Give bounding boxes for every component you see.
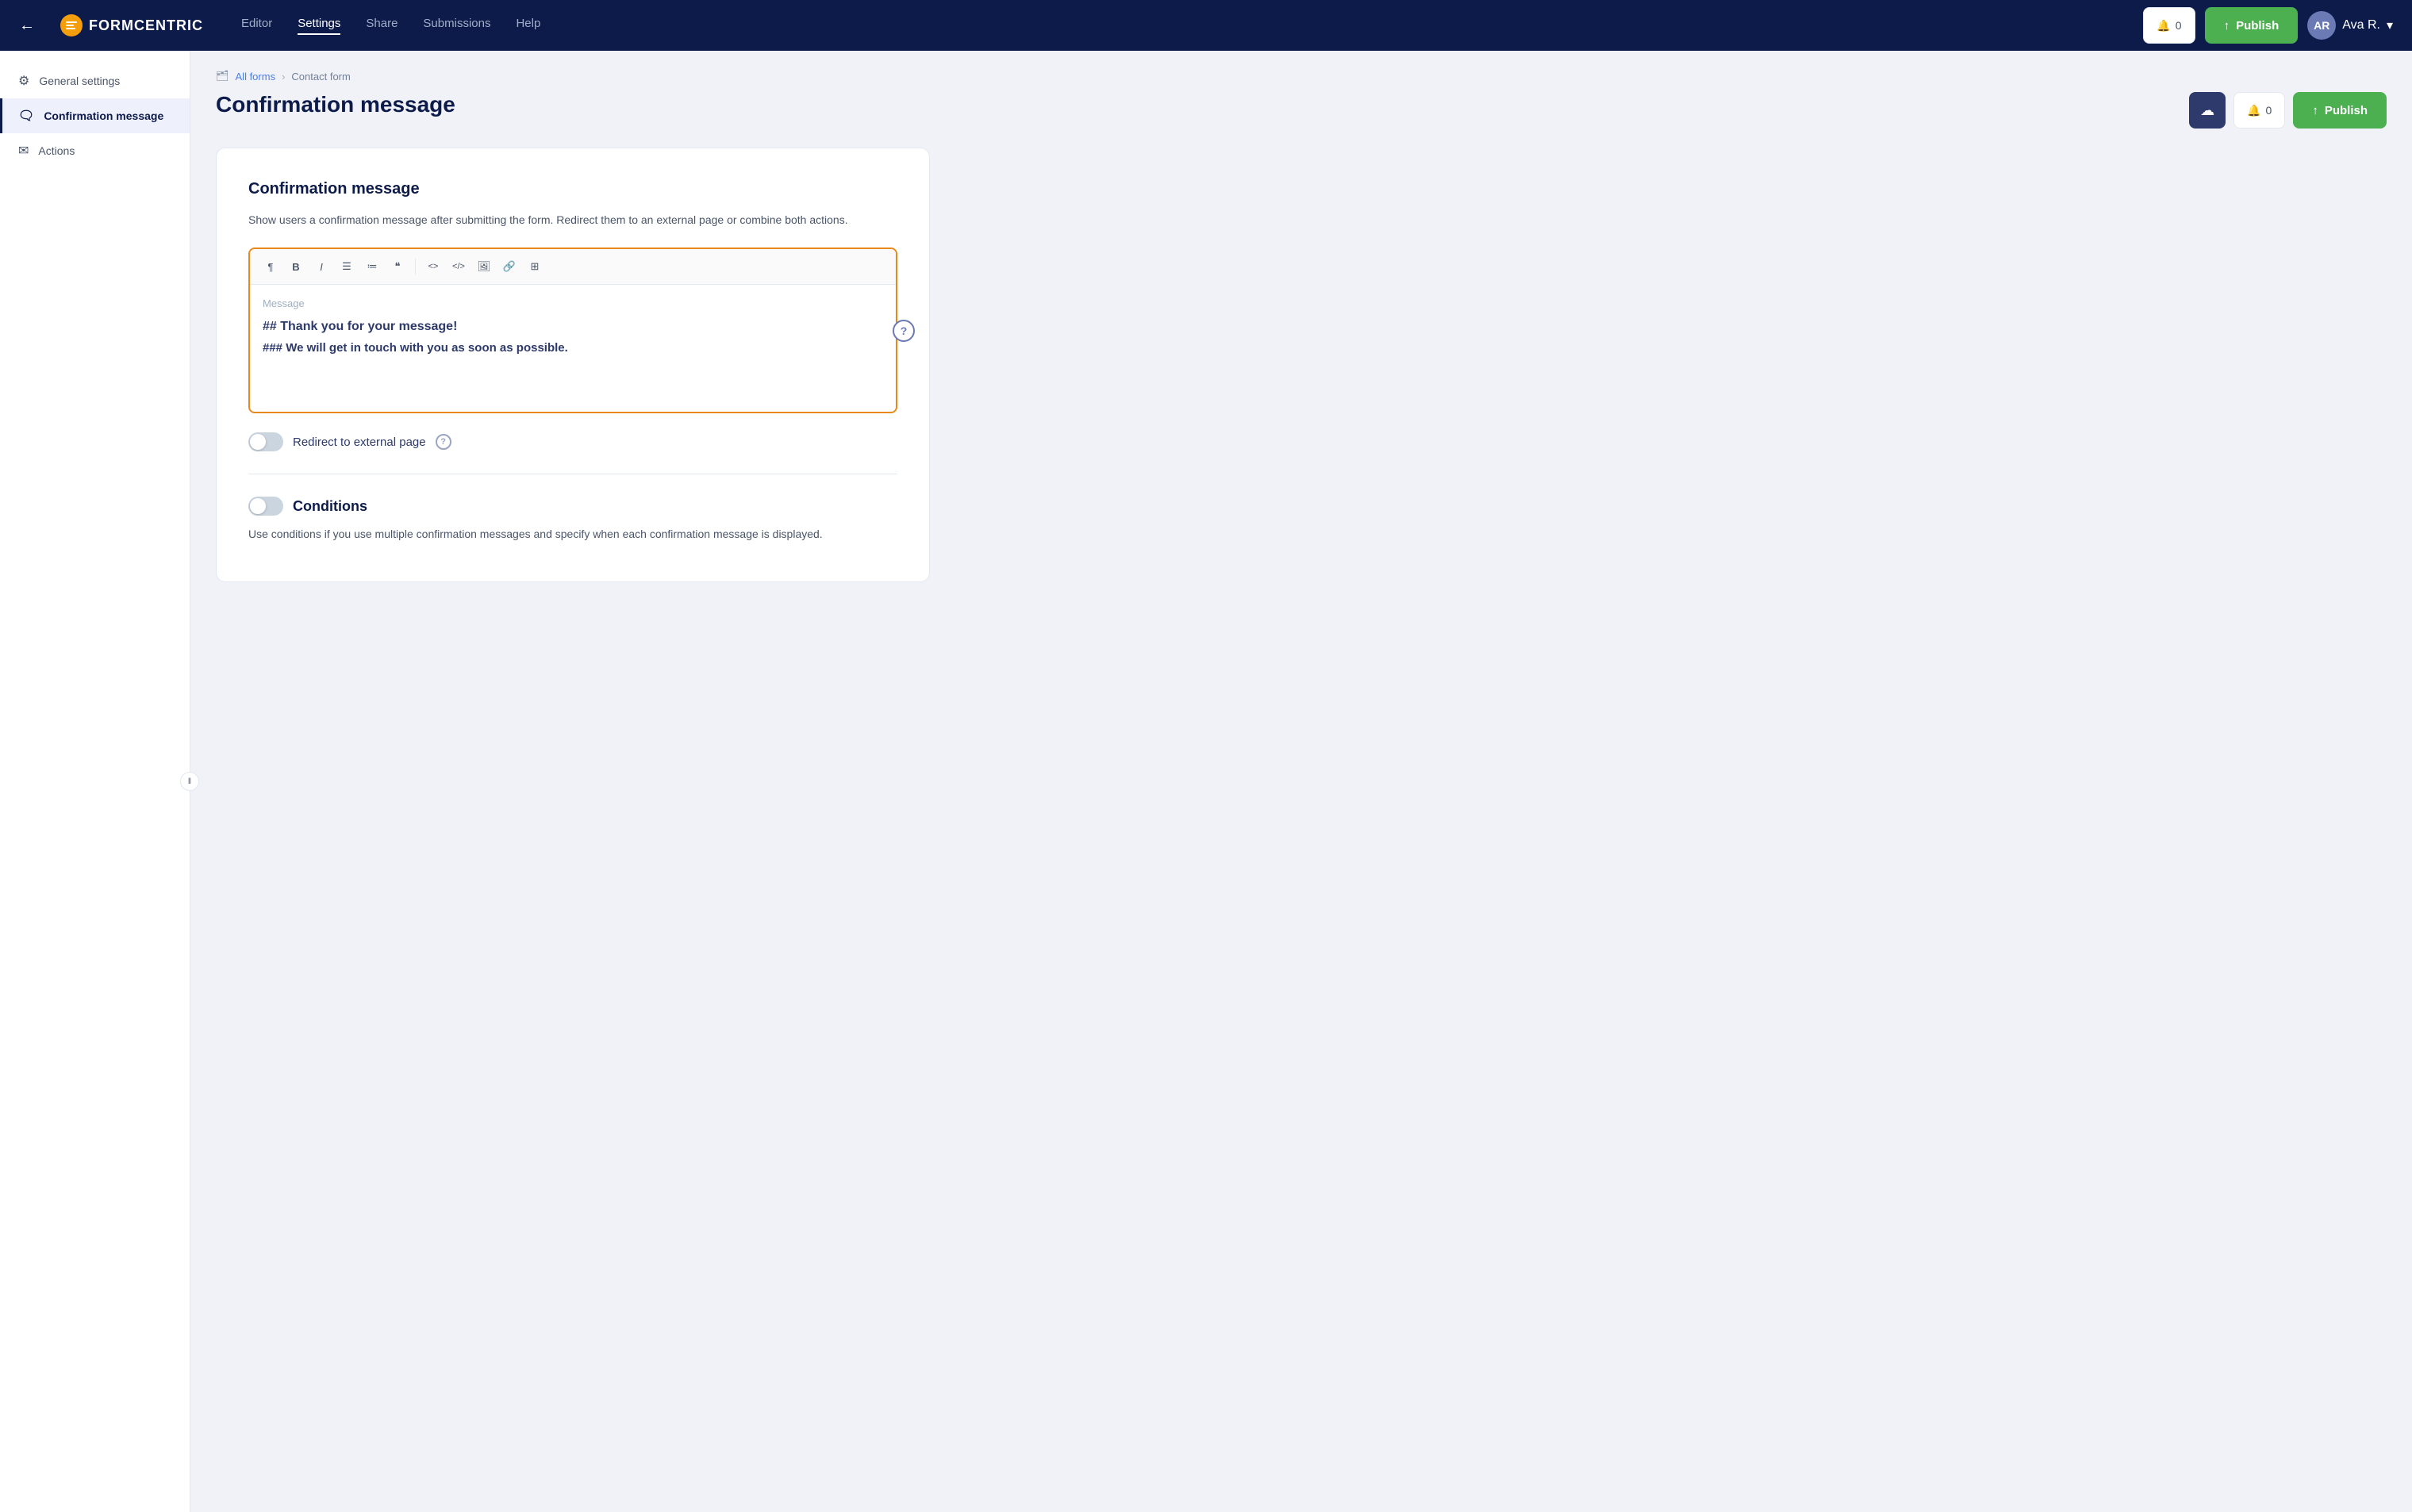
editor-box: ¶ B I ☰ ≔ ❝ <> </> 🖼 🔗 ⊞ [248, 248, 897, 413]
toolbar-image-btn[interactable]: 🖼 [473, 255, 495, 278]
envelope-icon: ✉ [18, 143, 29, 159]
toolbar-ordered-list-btn[interactable]: ≔ [361, 255, 383, 278]
conditions-description: Use conditions if you use multiple confi… [248, 525, 897, 543]
header-actions: ☁ 🔔 0 ↑ Publish [2189, 92, 2387, 129]
conditions-row: Conditions [248, 497, 897, 516]
toggle-knob [250, 434, 266, 450]
back-button[interactable]: ← [19, 17, 35, 35]
toolbar-separator [415, 259, 416, 274]
editor-placeholder: Message [263, 297, 883, 309]
notify-button[interactable]: 🔔 0 [2143, 7, 2195, 44]
sidebar-item-general-settings[interactable]: ⚙ General settings [0, 63, 190, 98]
editor-wrapper: ¶ B I ☰ ≔ ❝ <> </> 🖼 🔗 ⊞ [248, 248, 897, 413]
publish-icon: ↑ [2224, 19, 2230, 33]
editor-line-1[interactable]: ## Thank you for your message! [263, 316, 883, 337]
nav-right: 🔔 0 ↑ Publish AR Ava R. ▾ [2143, 7, 2393, 44]
section-description: Show users a confirmation message after … [248, 211, 897, 228]
upload-icon: ↑ [2312, 104, 2318, 117]
content-card: Confirmation message Show users a confir… [216, 148, 930, 582]
bell-icon: 🔔 [2157, 19, 2170, 33]
logo: FORMCENTRIC [60, 14, 203, 36]
conditions-knob [250, 498, 266, 514]
cloud-icon: ☁ [2200, 102, 2214, 119]
chevron-down-icon: ▾ [2387, 17, 2393, 33]
sidebar: ⚙ General settings 🗨 Confirmation messag… [0, 51, 190, 1512]
editor-help-icon[interactable]: ? [893, 320, 915, 342]
toolbar-table-btn[interactable]: ⊞ [524, 255, 546, 278]
forms-icon: 🗂 [216, 70, 229, 83]
editor-line-2[interactable]: ### We will get in touch with you as soo… [263, 338, 883, 359]
notify-count: 0 [2176, 19, 2182, 32]
toolbar-link-btn[interactable]: 🔗 [498, 255, 520, 278]
header-notify-button[interactable]: 🔔 0 [2233, 92, 2285, 129]
page-title: Confirmation message [216, 92, 455, 117]
topnav: ← FORMCENTRIC Editor Settings Share Subm… [0, 0, 2412, 51]
redirect-toggle[interactable] [248, 432, 283, 451]
user-menu[interactable]: AR Ava R. ▾ [2307, 11, 2393, 40]
toolbar-bullet-list-btn[interactable]: ☰ [336, 255, 358, 278]
publish-button[interactable]: ↑ Publish [2205, 7, 2299, 44]
redirect-toggle-row: Redirect to external page ? [248, 432, 897, 451]
conditions-label: Conditions [293, 498, 367, 515]
publish-label: Publish [2236, 19, 2279, 33]
header-publish-label: Publish [2325, 104, 2368, 117]
logo-text: FORMCENTRIC [89, 17, 203, 34]
editor-content[interactable]: Message ## Thank you for your message! #… [250, 285, 896, 412]
nav-settings[interactable]: Settings [298, 17, 340, 35]
nav-help[interactable]: Help [516, 17, 540, 35]
section-title: Confirmation message [248, 180, 897, 198]
toolbar-bold-btn[interactable]: B [285, 255, 307, 278]
chat-icon: 🗨 [18, 108, 34, 124]
avatar-initials: AR [2314, 19, 2329, 32]
toolbar-italic-btn[interactable]: I [310, 255, 332, 278]
sidebar-collapse-button[interactable]: ‖ [180, 772, 199, 791]
toolbar-blockquote-btn[interactable]: ❝ [386, 255, 409, 278]
nav-editor[interactable]: Editor [241, 17, 272, 35]
breadcrumb-separator: › [282, 71, 285, 83]
editor-toolbar: ¶ B I ☰ ≔ ❝ <> </> 🖼 🔗 ⊞ [250, 249, 896, 285]
back-icon: ← [19, 17, 35, 35]
header-notify-count: 0 [2266, 104, 2272, 117]
nav-share[interactable]: Share [366, 17, 398, 35]
toolbar-paragraph-btn[interactable]: ¶ [259, 255, 282, 278]
breadcrumb-all-forms[interactable]: All forms [236, 71, 276, 83]
avatar: AR [2307, 11, 2336, 40]
app-layout: ⚙ General settings 🗨 Confirmation messag… [0, 0, 2412, 1512]
redirect-help-icon[interactable]: ? [436, 434, 451, 450]
toolbar-code-block-btn[interactable]: </> [447, 255, 470, 278]
toolbar-code-inline-btn[interactable]: <> [422, 255, 444, 278]
nav-links: Editor Settings Share Submissions Help [241, 17, 540, 35]
bell-icon: 🔔 [2247, 104, 2260, 117]
header-publish-button[interactable]: ↑ Publish [2293, 92, 2387, 129]
sidebar-item-label: Confirmation message [44, 109, 163, 122]
redirect-label: Redirect to external page [293, 436, 426, 449]
gear-icon: ⚙ [18, 73, 29, 89]
sidebar-item-label: General settings [39, 75, 120, 87]
collapse-icon: ‖ [188, 777, 191, 786]
breadcrumb: 🗂 All forms › Contact form [216, 70, 2387, 83]
cloud-save-button[interactable]: ☁ [2189, 92, 2226, 129]
page-header: Confirmation message ☁ 🔔 0 ↑ Publish [216, 92, 2387, 129]
conditions-toggle[interactable] [248, 497, 283, 516]
sidebar-item-label: Actions [38, 144, 75, 157]
sidebar-item-actions[interactable]: ✉ Actions [0, 133, 190, 168]
user-name: Ava R. [2342, 18, 2380, 33]
main-content: 🗂 All forms › Contact form Confirmation … [190, 51, 2412, 1512]
nav-submissions[interactable]: Submissions [423, 17, 490, 35]
logo-icon [60, 14, 83, 36]
breadcrumb-form-name: Contact form [291, 71, 350, 83]
sidebar-item-confirmation-message[interactable]: 🗨 Confirmation message [0, 98, 190, 133]
